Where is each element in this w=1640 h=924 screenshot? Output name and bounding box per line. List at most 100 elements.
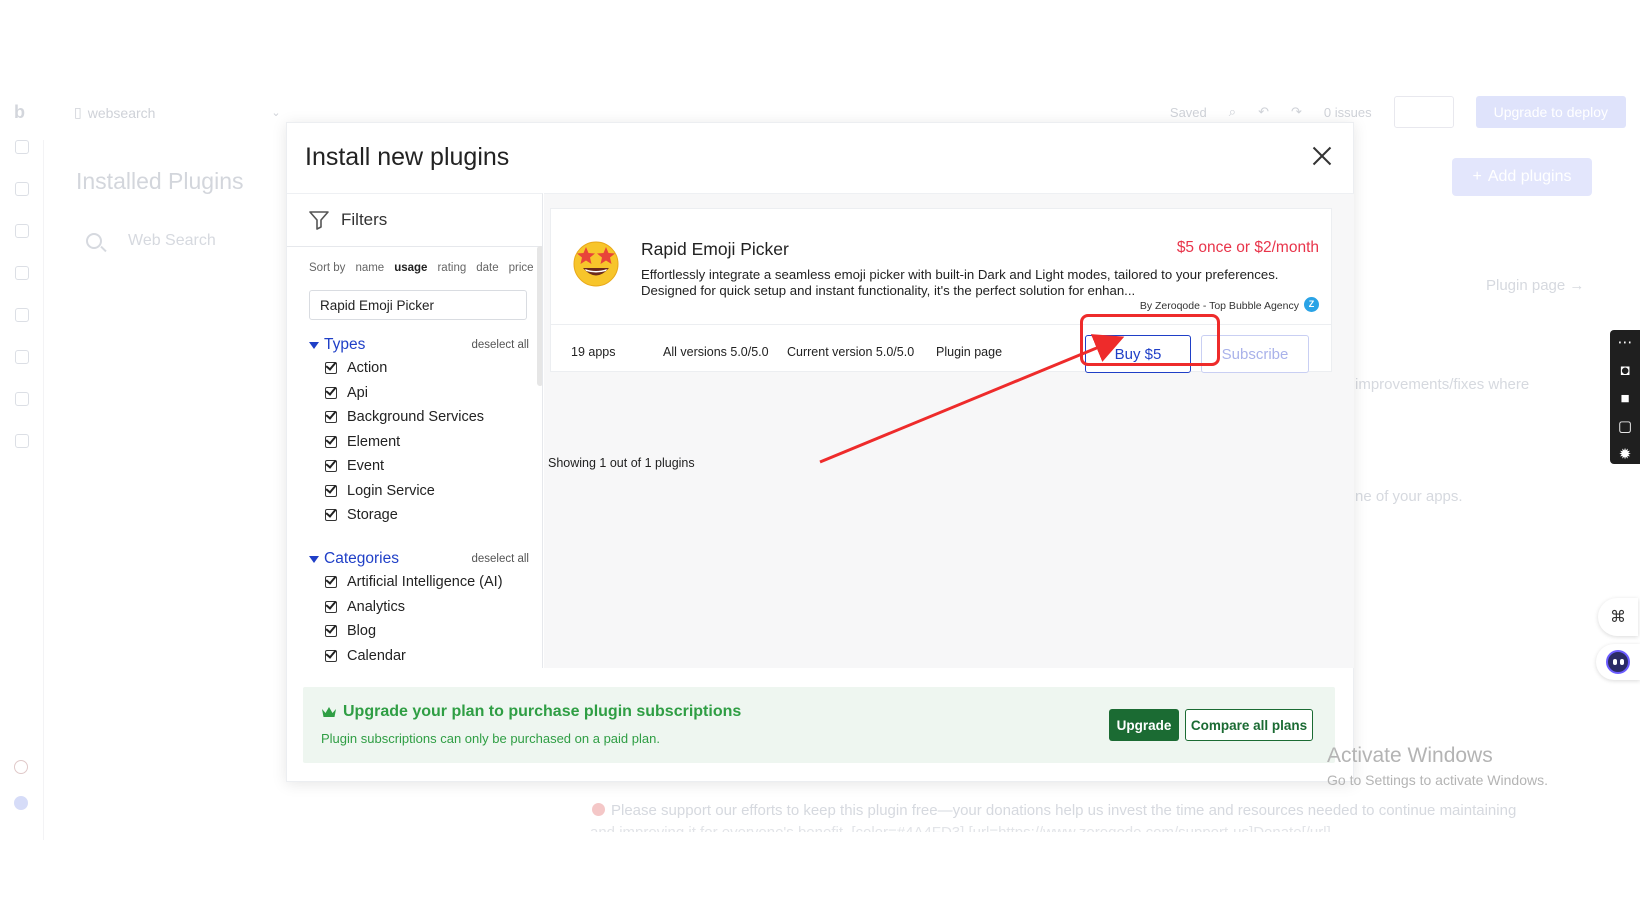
sort-option-price[interactable]: price <box>509 262 534 274</box>
filters-scrollbar[interactable] <box>537 246 542 386</box>
camera-icon[interactable]: ◘ <box>1620 362 1629 380</box>
buy-button[interactable]: Buy $5 <box>1085 335 1191 373</box>
shortcut-widget-icon[interactable]: ⌘ <box>1598 598 1638 636</box>
category-checkbox-ai[interactable]: Artificial Intelligence (AI) <box>309 570 529 595</box>
undo-icon[interactable]: ↶ <box>1258 104 1269 120</box>
install-plugins-modal: Install new plugins Filters Sort by name… <box>286 122 1354 782</box>
redo-icon[interactable]: ↷ <box>1291 104 1302 120</box>
funnel-icon <box>309 210 329 230</box>
screen-recorder-toolbar: ⋯ ◘ ■ ▢ ✹ <box>1610 330 1640 464</box>
checkbox-checked-icon <box>325 509 337 522</box>
type-label: Api <box>347 384 368 401</box>
window-icon[interactable]: ▢ <box>1618 418 1632 436</box>
sort-by-label: Sort by <box>309 262 346 274</box>
preview-button[interactable] <box>1393 96 1454 128</box>
faded-description-text: ne of your apps. <box>1355 488 1463 505</box>
category-checkbox-calendar[interactable]: Calendar <box>309 644 529 669</box>
filters-heading: Filters <box>341 210 388 229</box>
results-panel: Rapid Emoji Picker $5 once or $2/month E… <box>544 193 1354 668</box>
plugin-app-count: 19 apps <box>571 345 616 359</box>
assistant-widget[interactable] <box>1596 644 1640 680</box>
more-icon[interactable]: ⋯ <box>1618 334 1633 352</box>
add-plugins-button[interactable]: + Add plugins <box>1452 158 1592 196</box>
checkbox-checked-icon <box>325 576 337 589</box>
upgrade-button[interactable]: Upgrade <box>1109 709 1179 741</box>
categories-deselect-all[interactable]: deselect all <box>471 553 529 565</box>
type-checkbox-api[interactable]: Api <box>309 381 529 406</box>
categories-header: Categories deselect all <box>309 548 529 570</box>
workflow-tab-icon[interactable] <box>14 182 29 196</box>
notification-icon[interactable] <box>14 760 28 774</box>
gear-icon[interactable]: ✹ <box>1619 446 1632 464</box>
subscribe-button[interactable]: Subscribe <box>1201 335 1309 373</box>
type-checkbox-login-service[interactable]: Login Service <box>309 479 529 504</box>
add-plugins-label: Add plugins <box>1487 168 1572 185</box>
type-checkbox-action[interactable]: Action <box>309 356 529 381</box>
plugins-tab-icon[interactable] <box>14 350 29 364</box>
database-tab-icon[interactable] <box>14 266 29 280</box>
watermark-line-1: Activate Windows <box>1327 744 1493 767</box>
star-struck-emoji-icon <box>573 241 619 287</box>
plugin-page-link[interactable]: Plugin page → <box>1486 277 1584 294</box>
search-icon[interactable]: ⌕ <box>1229 104 1236 120</box>
categories-toggle[interactable]: Categories <box>309 550 399 568</box>
results-count: Showing 1 out of 1 plugins <box>548 456 695 470</box>
close-icon[interactable] <box>1311 145 1333 167</box>
data-tab-icon[interactable] <box>14 224 29 238</box>
categories-title: Categories <box>324 550 399 567</box>
chevron-down-icon: ⌄ <box>271 107 281 119</box>
type-checkbox-storage[interactable]: Storage <box>309 503 529 528</box>
modal-title: Install new plugins <box>305 143 510 171</box>
types-section: Types deselect all Action Api Background… <box>309 334 529 528</box>
settings-tab-icon[interactable] <box>14 392 29 406</box>
checkbox-checked-icon <box>325 386 337 399</box>
category-checkbox-analytics[interactable]: Analytics <box>309 595 529 620</box>
sidebar-bottom <box>14 760 28 832</box>
type-checkbox-event[interactable]: Event <box>309 454 529 479</box>
donation-note: Please support our efforts to keep this … <box>592 802 1516 819</box>
plugin-search[interactable]: Web Search <box>86 232 216 250</box>
plugin-page-link[interactable]: Plugin page <box>936 345 1002 359</box>
plugin-author[interactable]: By Zeroqode - Top Bubble Agency <box>1140 300 1299 312</box>
help-icon[interactable] <box>14 796 28 810</box>
category-label: Blog <box>347 623 377 640</box>
logs-tab-icon[interactable] <box>14 434 29 448</box>
design-tab-icon[interactable] <box>14 140 29 154</box>
upgrade-banner-title: Upgrade your plan to purchase plugin sub… <box>321 703 741 721</box>
types-toggle[interactable]: Types <box>309 336 365 354</box>
sort-option-rating[interactable]: rating <box>437 262 466 274</box>
donation-text: Please support our efforts to keep this … <box>611 802 1517 819</box>
category-checkbox-blog[interactable]: Blog <box>309 619 529 644</box>
bubble-logo-icon[interactable]: b <box>14 102 25 123</box>
type-label: Storage <box>347 507 398 524</box>
video-icon[interactable]: ■ <box>1620 390 1629 408</box>
caret-down-icon <box>309 341 319 349</box>
checkbox-checked-icon <box>325 649 337 662</box>
plus-icon: + <box>1472 168 1482 185</box>
plugin-card: Rapid Emoji Picker $5 once or $2/month E… <box>550 208 1332 373</box>
screen: b ▯ websearch ⌄ Saved ⌕ ↶ ↷ 0 issues Upg… <box>0 0 1640 924</box>
heart-icon <box>592 803 605 816</box>
sort-option-usage[interactable]: usage <box>394 262 427 274</box>
checkbox-checked-icon <box>325 625 337 638</box>
types-deselect-all[interactable]: deselect all <box>471 339 529 351</box>
app-selector[interactable]: ▯ websearch ⌄ <box>74 104 281 121</box>
compare-plans-button[interactable]: Compare all plans <box>1185 709 1313 741</box>
type-checkbox-element[interactable]: Element <box>309 430 529 455</box>
category-label: Calendar <box>347 647 406 664</box>
sort-option-name[interactable]: name <box>355 262 384 274</box>
checkbox-checked-icon <box>325 435 337 448</box>
type-label: Login Service <box>347 482 435 499</box>
plugin-name[interactable]: Rapid Emoji Picker <box>641 239 789 260</box>
sort-option-date[interactable]: date <box>476 262 498 274</box>
watermark-line-2: Go to Settings to activate Windows. <box>1327 772 1548 788</box>
saved-status: Saved <box>1169 104 1207 120</box>
checkbox-checked-icon <box>325 484 337 497</box>
plugin-search-input[interactable] <box>309 290 527 320</box>
issues-indicator[interactable]: 0 issues <box>1324 105 1372 120</box>
editor-sidebar <box>0 140 44 840</box>
plugin-description: Effortlessly integrate a seamless emoji … <box>641 267 1279 298</box>
type-checkbox-background-services[interactable]: Background Services <box>309 405 529 430</box>
styles-tab-icon[interactable] <box>14 308 29 322</box>
upgrade-deploy-button[interactable]: Upgrade to deploy <box>1475 96 1626 128</box>
